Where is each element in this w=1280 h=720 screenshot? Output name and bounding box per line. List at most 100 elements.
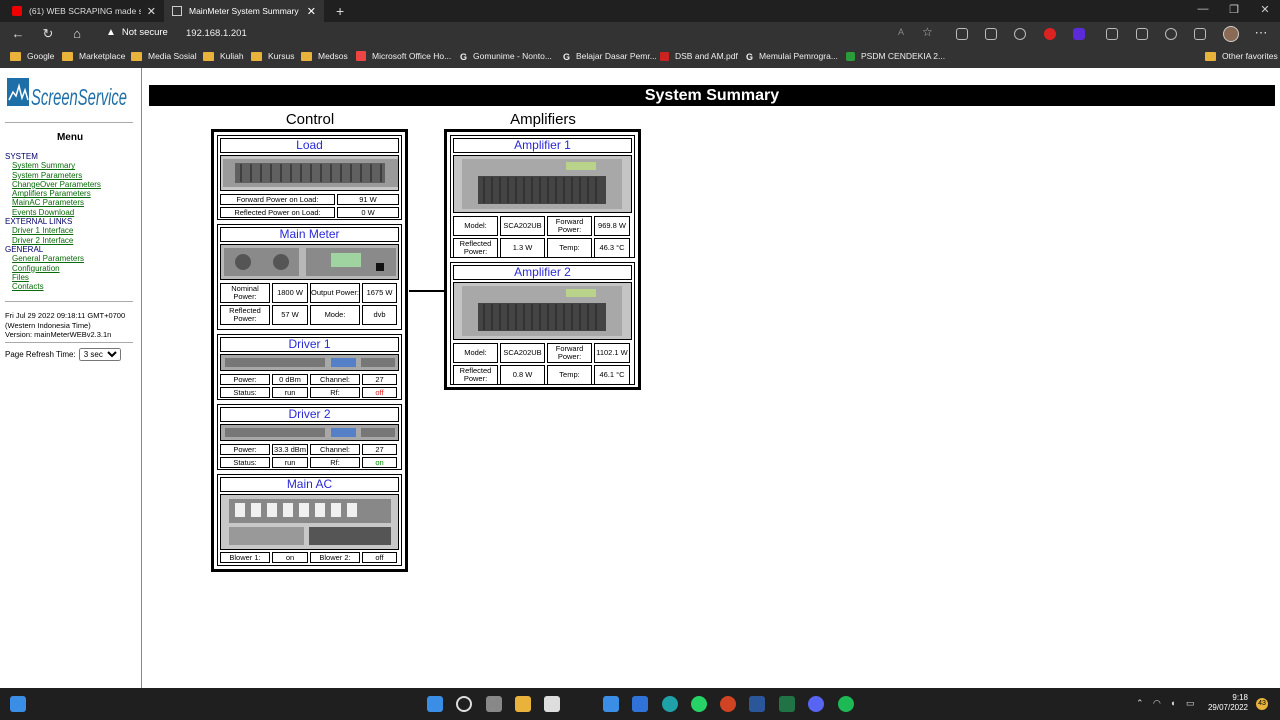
tab-mainmeter[interactable]: MainMeter System Summary ✕ (164, 0, 324, 22)
link-configuration[interactable]: Configuration (5, 264, 101, 273)
extension-icon[interactable] (1073, 28, 1085, 40)
channel-label: Channel: (310, 374, 360, 385)
link-system-summary[interactable]: System Summary (5, 161, 101, 170)
notion-icon[interactable] (544, 696, 560, 712)
wifi-icon[interactable]: ◠ (1153, 698, 1161, 709)
rf-value: off (362, 387, 397, 398)
temp-value: 46.3 °C (594, 238, 630, 258)
link-changeover-parameters[interactable]: ChangeOver Parameters (5, 180, 101, 189)
link-driver2-interface[interactable]: Driver 2 Interface (5, 236, 101, 245)
temp-label: Temp: (547, 238, 592, 258)
control-box: Load Forward Power on Load: 91 W Reflect… (211, 129, 408, 572)
edge-icon[interactable] (662, 696, 678, 712)
file-explorer-icon[interactable] (515, 696, 531, 712)
g-icon: G (746, 51, 754, 62)
bookmark-office[interactable]: Microsoft Office Ho... (356, 51, 451, 61)
back-icon[interactable]: ← (10, 26, 26, 42)
mainmeter-panel: Main Meter Nominal Power: 1800 W Output … (217, 224, 402, 330)
volume-icon[interactable]: ◖ (1170, 698, 1175, 708)
powerpoint-icon[interactable] (720, 696, 736, 712)
restore-icon[interactable]: ❐ (1226, 3, 1242, 16)
search-icon[interactable] (456, 696, 472, 712)
bookmark-label: Other favorites (1222, 51, 1278, 61)
close-tab-icon[interactable]: ✕ (147, 5, 156, 18)
task-view-icon[interactable] (486, 696, 502, 712)
bookmark-google[interactable]: Google (10, 51, 54, 61)
bookmark-media-sosial[interactable]: Media Sosial (131, 51, 197, 61)
link-events-download[interactable]: Events Download (5, 208, 101, 217)
refl-power-value: 0 W (337, 207, 399, 218)
page-content: ScreenService Menu SYSTEM System Summary… (0, 68, 1280, 688)
downloads-icon[interactable] (1194, 28, 1206, 40)
refresh-label: Page Refresh Time: (5, 350, 76, 359)
word-icon[interactable] (749, 696, 765, 712)
link-driver1-interface[interactable]: Driver 1 Interface (5, 226, 101, 235)
extension-icon[interactable] (956, 28, 968, 40)
bookmark-memulai[interactable]: G Memulai Pemrogra... (746, 51, 838, 62)
bookmark-medsos[interactable]: Medsos (301, 51, 348, 61)
start-icon[interactable] (427, 696, 443, 712)
refresh-icon[interactable]: ↻ (40, 26, 56, 42)
home-icon[interactable]: ⌂ (69, 26, 85, 42)
group-label: SYSTEM (5, 152, 38, 161)
battery-icon[interactable]: ▭ (1186, 698, 1195, 709)
g-icon: G (460, 51, 468, 62)
url-field[interactable]: 192.168.1.201 (186, 28, 247, 39)
forward-power-value: 969.8 W (594, 216, 630, 236)
bookmark-kuliah[interactable]: Kuliah (203, 51, 244, 61)
profile-avatar[interactable] (1223, 26, 1239, 42)
link-files[interactable]: Files (5, 273, 101, 282)
bookmark-gomunime[interactable]: G Gomunime - Nonto... (460, 51, 552, 62)
collections-icon[interactable] (1136, 28, 1148, 40)
bookmark-marketplace[interactable]: Marketplace (62, 51, 125, 61)
close-tab-icon[interactable]: ✕ (307, 5, 316, 18)
date-line: Fri Jul 29 2022 09:18:11 GMT+0700 (5, 311, 126, 320)
control-heading: Control (285, 111, 335, 128)
new-tab-button[interactable]: + (328, 0, 348, 22)
excel-icon[interactable] (779, 696, 795, 712)
refresh-select[interactable]: 3 sec (78, 348, 121, 361)
read-aloud-icon[interactable]: A (898, 27, 910, 39)
screenservice-logo: ScreenService (5, 74, 130, 114)
more-icon[interactable]: ⋯ (1253, 25, 1269, 41)
bookmark-psdm[interactable]: PSDM CENDEKIA 2... (846, 51, 945, 61)
link-system-parameters[interactable]: System Parameters (5, 171, 101, 180)
discord-icon[interactable] (808, 696, 824, 712)
link-amplifiers-parameters[interactable]: Amplifiers Parameters (5, 189, 101, 198)
date-info: Fri Jul 29 2022 09:18:11 GMT+0700 (Weste… (5, 311, 140, 340)
power-label: Power: (220, 444, 270, 455)
extension-icon[interactable] (985, 28, 997, 40)
close-window-icon[interactable]: ✕ (1257, 3, 1273, 16)
bookmark-belajar[interactable]: G Belajar Dasar Pemr... (563, 51, 657, 62)
panel-title: Main Meter (220, 227, 399, 242)
other-favorites[interactable]: Other favorites (1205, 51, 1278, 61)
history-icon[interactable] (1165, 28, 1177, 40)
link-general-parameters[interactable]: General Parameters (5, 254, 101, 263)
blower2-label: Blower 2: (310, 552, 360, 563)
mail-icon[interactable] (603, 696, 619, 712)
pdf-icon (660, 51, 669, 61)
security-indicator[interactable]: ▲ Not secure (106, 27, 168, 38)
notification-badge[interactable]: 43 (1256, 698, 1268, 710)
todo-icon[interactable] (632, 696, 648, 712)
extension-icon[interactable] (1014, 28, 1026, 40)
windows-start-icon[interactable] (10, 696, 26, 712)
extension-icon[interactable] (1044, 28, 1056, 40)
chevron-up-icon[interactable]: ⌃ (1136, 698, 1144, 709)
taskbar-clock[interactable]: 9:18 29/07/2022 (1200, 693, 1248, 713)
bookmark-dsb[interactable]: DSB and AM.pdf (660, 51, 738, 61)
channel-value: 27 (362, 374, 397, 385)
link-contacts[interactable]: Contacts (5, 282, 101, 291)
model-label: Model: (453, 216, 498, 236)
reflected-power-label: Reflected Power: (453, 238, 498, 258)
tab-youtube[interactable]: (61) WEB SCRAPING made simpl ✕ (4, 0, 164, 22)
link-mainac-parameters[interactable]: MainAC Parameters (5, 198, 101, 207)
favorite-star-icon[interactable]: ☆ (922, 25, 934, 39)
bookmark-kursus[interactable]: Kursus (251, 51, 294, 61)
mainac-table: Blower 1: on Blower 2: off (220, 552, 399, 563)
spotify-icon[interactable] (838, 696, 854, 712)
page-refresh: Page Refresh Time: 3 sec (5, 348, 121, 361)
whatsapp-icon[interactable] (691, 696, 707, 712)
extensions-puzzle-icon[interactable] (1106, 28, 1118, 40)
minimize-icon[interactable]: — (1195, 3, 1211, 15)
